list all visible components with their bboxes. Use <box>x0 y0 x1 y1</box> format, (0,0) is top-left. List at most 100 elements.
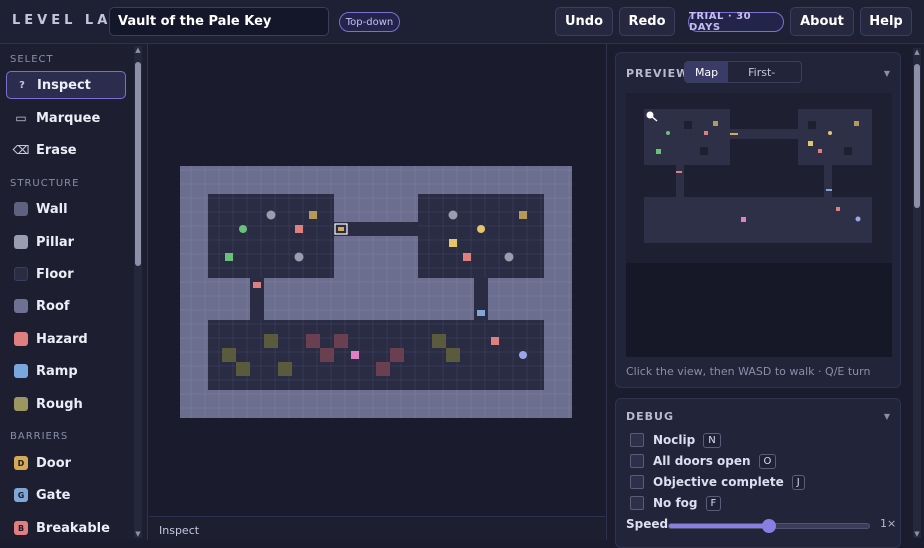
rough-tile[interactable] <box>264 334 278 348</box>
pillar[interactable] <box>504 252 514 262</box>
hazard-marker[interactable] <box>491 337 499 345</box>
minimap-pillar <box>844 147 852 155</box>
chest-item[interactable] <box>309 211 317 219</box>
tool-wall[interactable]: Wall <box>6 195 126 223</box>
chevron-down-icon[interactable]: ▼ <box>884 69 890 78</box>
tab-map[interactable]: Map <box>685 62 729 82</box>
minimap-room <box>798 109 872 165</box>
minimap-marker <box>818 149 822 153</box>
undo-button[interactable]: Undo <box>555 7 613 36</box>
debug-doors-open[interactable]: All doors open O <box>630 452 777 470</box>
debug-no-fog[interactable]: No fog F <box>630 494 722 512</box>
pillar[interactable] <box>266 210 276 220</box>
level-title-input[interactable] <box>109 7 329 36</box>
hazard-marker[interactable] <box>295 225 303 233</box>
objective-checkbox[interactable] <box>630 475 644 489</box>
grid-overlay <box>418 194 544 278</box>
hazard-tile[interactable] <box>390 348 404 362</box>
gate-tile[interactable] <box>477 310 485 316</box>
minimap-door <box>730 133 738 135</box>
rough-tile[interactable] <box>278 362 292 376</box>
tool-pillar[interactable]: Pillar <box>6 228 126 256</box>
help-button[interactable]: Help <box>860 7 912 36</box>
doors-open-checkbox[interactable] <box>630 454 644 468</box>
pillar[interactable] <box>294 252 304 262</box>
minimap-svg[interactable] <box>626 93 892 357</box>
section-select: SELECT <box>10 54 54 65</box>
scroll-up-icon[interactable]: ▲ <box>134 46 142 54</box>
right-panel: PREVIEW Map First- ▼ Click the view, the… <box>606 44 924 548</box>
tab-first-person[interactable]: First- <box>728 62 801 82</box>
debug-card: DEBUG ▼ Noclip N All doors open O Object… <box>615 398 901 548</box>
chest-item[interactable] <box>519 211 527 219</box>
entity-marker[interactable] <box>239 225 247 233</box>
tool-ramp[interactable]: Ramp <box>6 357 126 385</box>
no-fog-checkbox[interactable] <box>630 496 644 510</box>
view-mode-badge[interactable]: Top-down <box>339 12 400 32</box>
shortcut-key: N <box>703 432 721 448</box>
speed-knob[interactable] <box>762 519 776 533</box>
debug-noclip[interactable]: Noclip N <box>630 431 721 449</box>
level-canvas[interactable] <box>149 44 605 516</box>
minimap-marker <box>808 141 813 146</box>
rough-tile[interactable] <box>432 334 446 348</box>
tool-roof[interactable]: Roof <box>6 292 126 320</box>
tool-label: Roof <box>36 298 70 314</box>
tool-door[interactable]: D Door <box>6 449 126 477</box>
about-button[interactable]: About <box>790 7 854 36</box>
minimap-room <box>644 109 730 165</box>
speed-fill <box>669 524 769 528</box>
tool-gate[interactable]: G Gate <box>6 481 126 509</box>
hazard-marker[interactable] <box>463 253 471 261</box>
switch-item[interactable] <box>225 253 233 261</box>
tool-breakable[interactable]: B Breakable <box>6 514 126 540</box>
preview-hint: Click the view, then WASD to walk · Q/E … <box>626 365 871 378</box>
breakable-tile[interactable] <box>253 282 261 288</box>
preview-view[interactable] <box>626 93 892 357</box>
chevron-down-icon[interactable]: ▼ <box>884 412 890 421</box>
sidebar-scroll-thumb[interactable] <box>135 62 141 266</box>
minimap-marker <box>836 207 840 211</box>
hazard-tile[interactable] <box>320 348 334 362</box>
rough-tile[interactable] <box>222 348 236 362</box>
tool-erase[interactable]: ⌫ Erase <box>6 136 126 164</box>
entity-marker[interactable] <box>477 225 485 233</box>
tool-label: Breakable <box>36 520 110 536</box>
noclip-checkbox[interactable] <box>630 433 644 447</box>
scroll-down-icon[interactable]: ▼ <box>913 530 921 538</box>
hazard-tile[interactable] <box>334 334 348 348</box>
section-barriers: BARRIERS <box>10 431 69 442</box>
sidebar-scrollbar[interactable]: ▲ ▼ <box>134 46 142 538</box>
preview-tabs[interactable]: Map First- <box>684 61 802 83</box>
key-item[interactable] <box>449 239 457 247</box>
hazard-tile[interactable] <box>376 362 390 376</box>
grid-svg[interactable] <box>149 44 605 516</box>
rough-tile[interactable] <box>236 362 250 376</box>
scroll-up-icon[interactable]: ▲ <box>913 48 921 56</box>
tool-hazard[interactable]: Hazard <box>6 325 126 353</box>
floor-swatch-icon <box>14 267 28 281</box>
right-scrollbar[interactable]: ▲ ▼ <box>913 48 921 538</box>
tool-rough[interactable]: Rough <box>6 390 126 418</box>
ramp-swatch-icon <box>14 364 28 378</box>
pillar[interactable] <box>448 210 458 220</box>
trial-badge: TRIAL · 30 DAYS <box>688 11 784 33</box>
preview-card: PREVIEW Map First- ▼ Click the view, the… <box>615 52 901 388</box>
marquee-icon: ▭ <box>15 111 27 125</box>
right-scroll-thumb[interactable] <box>914 64 920 208</box>
rough-tile[interactable] <box>446 348 460 362</box>
speed-slider[interactable] <box>668 519 870 533</box>
tool-marquee[interactable]: ▭ Marquee <box>6 104 126 132</box>
debug-objective[interactable]: Objective complete J <box>630 473 805 491</box>
minimap-marker <box>855 216 861 222</box>
item-marker[interactable] <box>351 351 359 359</box>
scroll-down-icon[interactable]: ▼ <box>134 530 142 538</box>
tool-floor[interactable]: Floor <box>6 260 126 288</box>
tool-palette: SELECT ? Inspect ▭ Marquee ⌫ Erase STRUC… <box>0 44 148 540</box>
player-spawn[interactable] <box>519 351 527 359</box>
minimap-marker <box>854 121 859 126</box>
tool-inspect[interactable]: ? Inspect <box>6 71 126 99</box>
hazard-tile[interactable] <box>306 334 320 348</box>
redo-button[interactable]: Redo <box>619 7 675 36</box>
door-tile[interactable] <box>338 227 344 231</box>
